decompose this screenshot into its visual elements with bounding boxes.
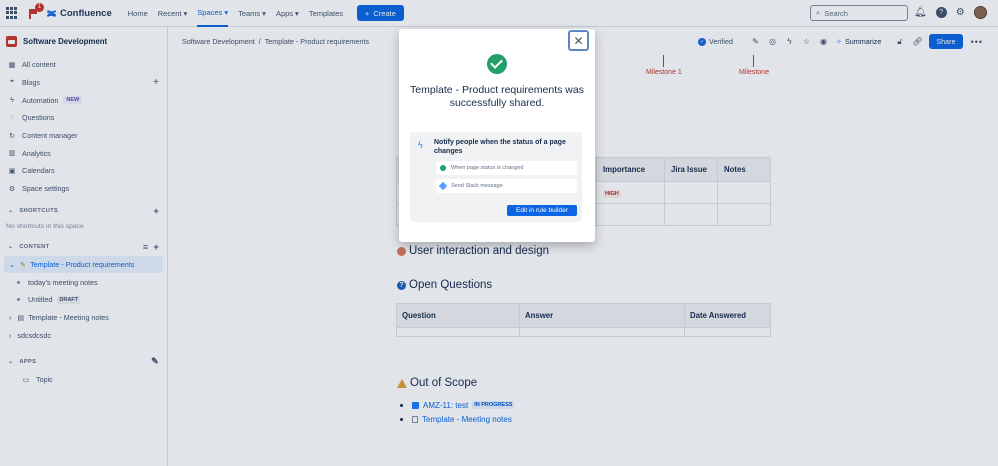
- close-icon: ✕: [573, 33, 584, 48]
- slack-icon: [438, 181, 448, 191]
- share-success-modal: ✕ Template - Product requirements was su…: [399, 29, 595, 242]
- success-check-icon: [487, 54, 507, 74]
- modal-title: Template - Product requirements was succ…: [410, 84, 584, 109]
- check-circle-icon: [440, 165, 446, 171]
- rule-action-step: Send Slack message: [436, 179, 577, 193]
- close-button[interactable]: ✕: [568, 30, 589, 51]
- rule-title: Notify people when the status of a page …: [434, 139, 566, 155]
- rule-trigger-step: When page status is changed: [436, 161, 577, 175]
- edit-in-rule-builder-button[interactable]: Edit in rule builder: [507, 205, 577, 216]
- lightning-icon: ϟ: [418, 140, 423, 150]
- automation-rule-card: ϟ Notify people when the status of a pag…: [410, 132, 582, 222]
